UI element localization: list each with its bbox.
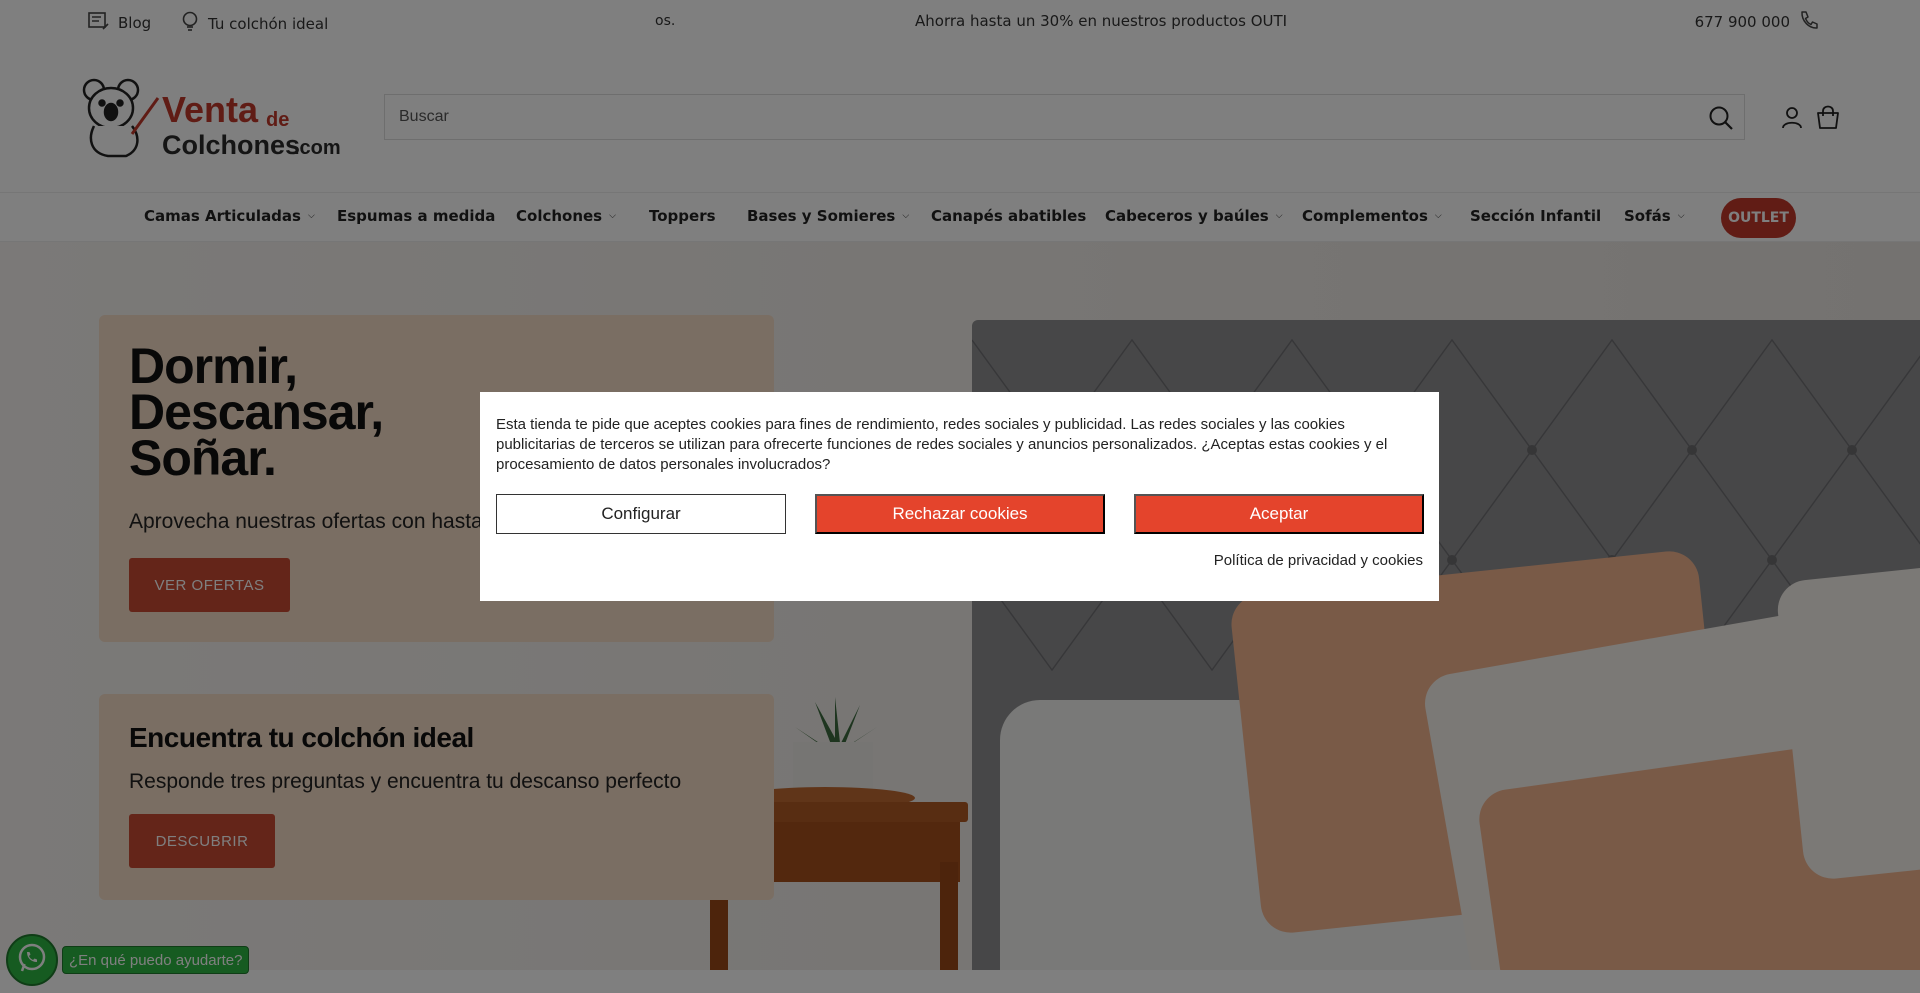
cookie-consent-text: Esta tienda te pide que aceptes cookies …	[496, 416, 1388, 473]
cookie-consent-dialog: Esta tienda te pide que aceptes cookies …	[480, 392, 1439, 601]
accept-cookies-button[interactable]: Aceptar	[1134, 494, 1424, 534]
reject-cookies-button[interactable]: Rechazar cookies	[815, 494, 1105, 534]
privacy-policy-link[interactable]: Política de privacidad y cookies	[1214, 552, 1423, 569]
configure-cookies-button[interactable]: Configurar	[496, 494, 786, 534]
